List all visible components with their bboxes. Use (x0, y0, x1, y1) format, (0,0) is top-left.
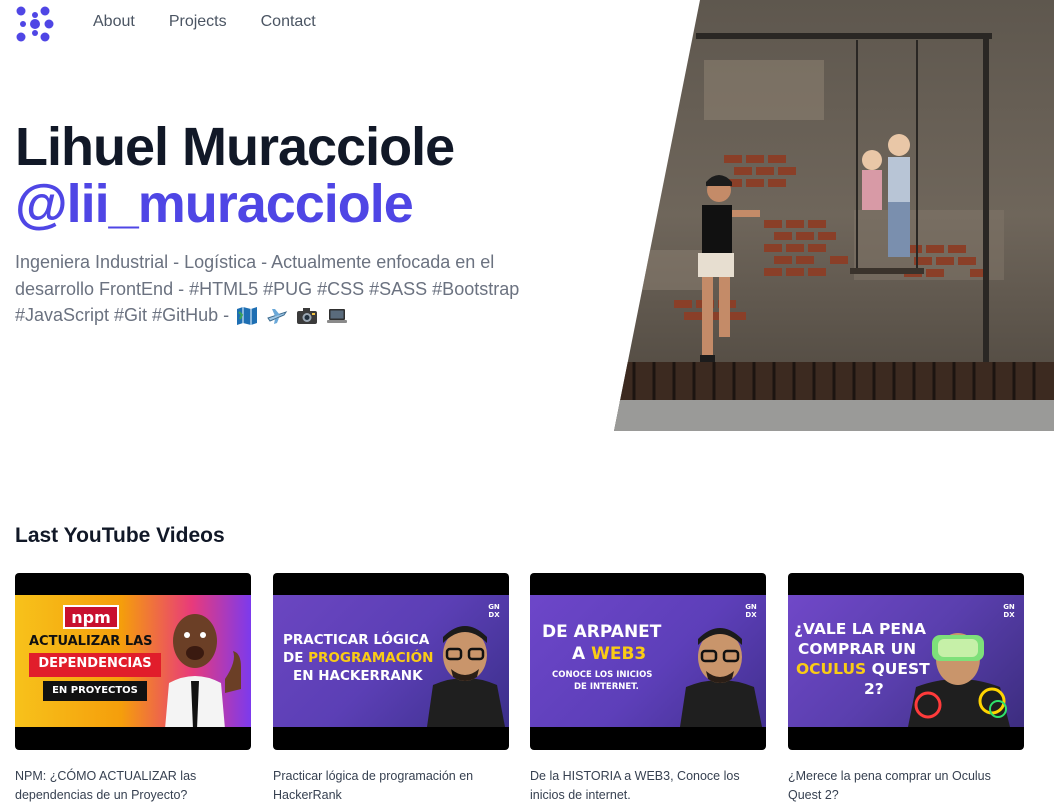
thumb-line: PRACTICAR LÓGICA (283, 632, 430, 648)
video-title[interactable]: NPM: ¿CÓMO ACTUALIZAR las dependencias d… (15, 767, 245, 805)
nav-about-link[interactable]: About (93, 13, 135, 31)
thumb-line: COMPRAR UN (798, 640, 917, 658)
video-card[interactable]: GN DX PRACTICAR LÓGICA DE PROGRAMACIÓN E… (273, 573, 509, 805)
thumb-line-part: DE (283, 650, 309, 666)
thumb-line-part: A (572, 644, 592, 664)
thumb-highlight: OCULUS (796, 660, 867, 678)
video-title[interactable]: ¿Merece la pena comprar un Oculus Quest … (788, 767, 1018, 805)
thumb-line: DE PROGRAMACIÓN (283, 650, 434, 667)
thumb-black-band: EN PROYECTOS (43, 681, 147, 701)
presenter-figure (165, 614, 241, 727)
hero-handle: @lii_muracciole (15, 174, 414, 234)
videos-section-title: Last YouTube Videos (15, 524, 225, 547)
thumb-line-part: QUEST (866, 660, 930, 678)
video-thumbnail[interactable]: npm ACTUALIZAR LAS DEPENDENCIAS EN PROYE… (15, 573, 251, 750)
thumb-line: ACTUALIZAR LAS (29, 634, 153, 649)
nav-contact-link[interactable]: Contact (261, 13, 316, 31)
airplane-icon (267, 309, 288, 325)
dots-cross-logo-icon[interactable] (14, 3, 56, 43)
laptop-icon (327, 309, 348, 324)
presenter-figure (427, 626, 505, 727)
map-icon (237, 307, 258, 326)
hero-description: Ingeniera Industrial - Logística - Actua… (15, 249, 555, 329)
npm-badge: npm (63, 605, 119, 629)
nav-projects-link[interactable]: Projects (169, 13, 227, 31)
thumb-line: ¿VALE LA PENA (794, 620, 926, 638)
thumb-highlight: WEB3 (591, 644, 647, 664)
brand-logo: GN DX (745, 603, 757, 619)
thumb-line: OCULUS QUEST (796, 660, 930, 679)
presenter-figure (680, 628, 762, 727)
thumb-line: DE ARPANET (542, 622, 662, 642)
thumb-line: CONOCE LOS INICIOS (552, 670, 653, 680)
thumb-red-band: DEPENDENCIAS (29, 653, 161, 677)
street-art-swing-photo (614, 0, 1054, 431)
thumb-line: 2? (864, 680, 884, 698)
video-thumbnail[interactable]: GN DX DE ARPANET A WEB3 CONOCE LOS INICI… (530, 573, 766, 750)
video-card[interactable]: GN DX DE ARPANET A WEB3 CONOCE LOS INICI… (530, 573, 766, 805)
video-thumbnail[interactable]: GN DX ¿VALE LA PENA COMPRAR UN OCULUS QU… (788, 573, 1024, 750)
thumb-line: EN PROYECTOS (52, 685, 138, 696)
video-title[interactable]: De la HISTORIA a WEB3, Conoce los inicio… (530, 767, 760, 805)
npm-badge-label: npm (71, 608, 111, 627)
video-thumbnail[interactable]: GN DX PRACTICAR LÓGICA DE PROGRAMACIÓN E… (273, 573, 509, 750)
video-card[interactable]: npm ACTUALIZAR LAS DEPENDENCIAS EN PROYE… (15, 573, 251, 805)
thumb-line: DE INTERNET. (574, 682, 639, 692)
thumb-highlight: PROGRAMACIÓN (308, 650, 434, 666)
camera-icon (297, 308, 318, 325)
thumb-line: EN HACKERRANK (293, 668, 423, 684)
nav-links: About Projects Contact (93, 13, 316, 31)
thumb-line: A WEB3 (572, 644, 647, 665)
video-title[interactable]: Practicar lógica de programación en Hack… (273, 767, 503, 805)
video-card[interactable]: GN DX ¿VALE LA PENA COMPRAR UN OCULUS QU… (788, 573, 1024, 805)
hero-name: Lihuel Muracciole (15, 117, 455, 177)
emoji-row (236, 306, 348, 326)
thumb-line: DEPENDENCIAS (38, 656, 152, 671)
